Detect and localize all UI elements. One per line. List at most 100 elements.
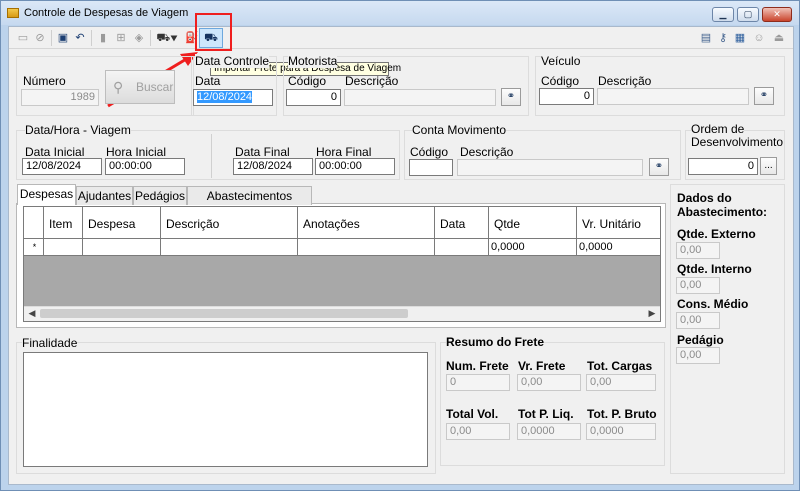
divider <box>211 134 212 178</box>
finalidade-textarea[interactable] <box>23 352 428 467</box>
motorista-descricao-label: Descrição <box>345 74 399 88</box>
column-header[interactable]: Despesa <box>83 207 161 239</box>
conta-label: Conta Movimento <box>412 123 507 137</box>
num-frete-label: Num. Frete <box>446 359 509 373</box>
tab-pedagios[interactable]: Pedágios <box>133 186 187 205</box>
key-icon[interactable]: ⚷ <box>716 31 730 45</box>
abastecimento-title-line1: Dados do <box>677 191 732 205</box>
conta-codigo-field[interactable] <box>409 159 453 176</box>
save-icon[interactable]: ▣ <box>56 31 70 45</box>
tab-despesas[interactable]: Despesas <box>17 184 76 205</box>
veiculo-codigo-field[interactable]: 0 <box>539 88 594 105</box>
total-vol-field[interactable]: 0,00 <box>446 423 510 440</box>
abastecimento-title-line2: Abastecimento: <box>677 205 768 219</box>
numero-field[interactable]: 1989 <box>21 89 99 106</box>
motorista-codigo-label: Código <box>288 74 327 88</box>
binoculars-icon[interactable]: ⚭ <box>649 158 669 176</box>
data-final-field[interactable]: 12/08/2024 <box>233 158 313 175</box>
app-icon <box>7 8 19 18</box>
numero-label: Número <box>23 74 66 88</box>
vr-frete-label: Vr. Frete <box>518 359 566 373</box>
finalidade-label: Finalidade <box>22 336 78 350</box>
data-controle-label: Data Controle <box>195 54 270 68</box>
qtde-interno-field[interactable]: 0,00 <box>676 277 720 294</box>
column-header[interactable]: Data <box>435 207 489 239</box>
consumo-medio-field[interactable]: 0,00 <box>676 312 720 329</box>
table-cell[interactable]: 0,0000 <box>489 239 577 256</box>
column-header[interactable]: Anotações <box>298 207 435 239</box>
hora-final-field[interactable]: 00:00:00 <box>315 158 395 175</box>
table-cell[interactable] <box>161 239 298 256</box>
column-header[interactable]: Vr. Unitário <box>577 207 660 239</box>
column-header[interactable]: Descrição <box>161 207 298 239</box>
pedagio-label: Pedágio <box>677 333 724 347</box>
row-header-corner <box>24 207 44 239</box>
qtde-interno-label: Qtde. Interno <box>677 262 752 276</box>
qtde-externo-label: Qtde. Externo <box>677 227 756 241</box>
table-cell[interactable] <box>83 239 161 256</box>
scroll-thumb[interactable] <box>40 309 408 318</box>
conta-codigo-label: Código <box>410 145 449 159</box>
close-button[interactable]: ✕ <box>762 7 792 22</box>
consumo-medio-label: Cons. Médio <box>677 297 749 311</box>
column-header[interactable]: Qtde <box>489 207 577 239</box>
ordem-ellipsis-button[interactable]: ... <box>760 157 777 175</box>
veiculo-label: Veículo <box>541 54 581 68</box>
data-controle-value: 12/08/2024 <box>197 91 253 103</box>
data-controle-field[interactable]: 12/08/2024 <box>193 89 273 106</box>
column-header[interactable]: Item <box>44 207 83 239</box>
num-frete-field[interactable]: 0 <box>446 374 510 391</box>
table-cell[interactable] <box>435 239 489 256</box>
tab-ajudantes[interactable]: Ajudantes <box>76 186 133 205</box>
resumo-title: Resumo do Frete <box>446 335 545 349</box>
motorista-codigo-field[interactable]: 0 <box>286 89 341 106</box>
table-cell[interactable]: 0,0000 <box>577 239 660 256</box>
hora-inicial-label: Hora Inicial <box>106 145 167 159</box>
data-inicial-field[interactable]: 12/08/2024 <box>22 158 102 175</box>
vr-frete-field[interactable]: 0,00 <box>517 374 581 391</box>
data-final-label: Data Final <box>235 145 290 159</box>
calculator-icon[interactable]: ▦ <box>733 31 747 45</box>
conta-descricao-label: Descrição <box>460 145 514 159</box>
undo-icon[interactable]: ↶ <box>73 31 87 45</box>
tot-cargas-label: Tot. Cargas <box>587 359 653 373</box>
motorista-descricao-field[interactable] <box>344 89 496 106</box>
toolbar-separator <box>51 30 52 46</box>
new-row-marker: * <box>24 239 44 256</box>
search-icon: ⚲ <box>113 79 124 95</box>
minimize-button[interactable]: ▁ <box>712 7 734 22</box>
binoculars-icon[interactable]: ⚭ <box>754 87 774 105</box>
tot-p-liq-label: Tot P. Liq. <box>518 407 574 421</box>
tot-p-liq-field[interactable]: 0,0000 <box>517 423 581 440</box>
binoculars-icon[interactable]: ⚭ <box>501 88 521 106</box>
conta-descricao-field[interactable] <box>457 159 643 176</box>
ordem-label-line2: Desenvolvimento <box>691 135 784 149</box>
scroll-left-icon[interactable]: ◀ <box>26 308 38 319</box>
cancel-icon[interactable]: ⊘ <box>33 31 47 45</box>
motorista-label: Motorista <box>288 54 338 68</box>
veiculo-descricao-label: Descrição <box>598 74 652 88</box>
table-cell[interactable] <box>298 239 435 256</box>
pedagio-field[interactable]: 0,00 <box>676 347 720 364</box>
tot-p-bruto-field[interactable]: 0,0000 <box>586 423 656 440</box>
tab-abastecimentos-avulsos[interactable]: Abastecimentos Avulsos <box>187 186 312 221</box>
veiculo-descricao-field[interactable] <box>597 88 749 105</box>
toolbar-separator <box>91 30 92 46</box>
new-icon[interactable]: ▭ <box>16 31 30 45</box>
viagem-label: Data/Hora - Viagem <box>25 123 131 137</box>
exit-icon[interactable]: ⏏ <box>772 31 786 45</box>
tot-cargas-field[interactable]: 0,00 <box>586 374 656 391</box>
user-icon[interactable]: ☺ <box>752 31 766 45</box>
qtde-externo-field[interactable]: 0,00 <box>676 242 720 259</box>
scroll-right-icon[interactable]: ▶ <box>646 308 658 319</box>
window-title: Controle de Despesas de Viagem <box>24 7 189 19</box>
maximize-button[interactable]: ▢ <box>737 7 759 22</box>
hora-inicial-field[interactable]: 00:00:00 <box>105 158 185 175</box>
table-cell[interactable] <box>44 239 83 256</box>
total-vol-label: Total Vol. <box>446 407 499 421</box>
ordem-label-line1: Ordem de <box>691 122 745 136</box>
data-label: Data <box>195 74 221 88</box>
ordem-field[interactable]: 0 <box>688 158 758 175</box>
data-inicial-label: Data Inicial <box>25 145 85 159</box>
window-icon[interactable]: ▤ <box>699 31 713 45</box>
